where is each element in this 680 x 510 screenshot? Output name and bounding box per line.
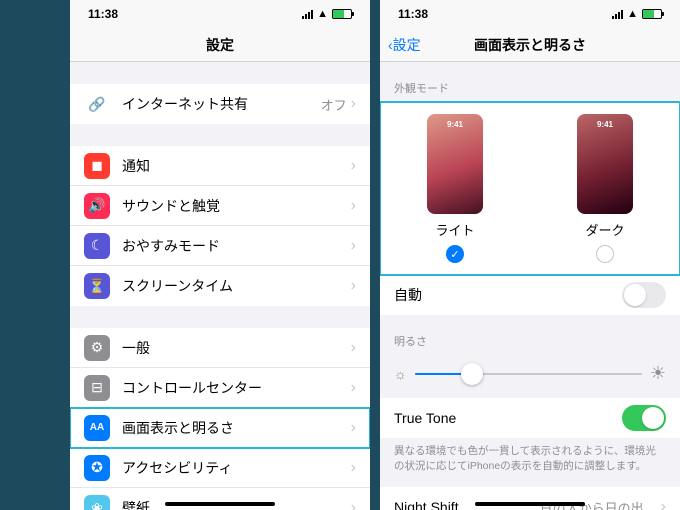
row-notifications[interactable]: ◼︎ 通知 ›	[70, 146, 370, 186]
group-nightshift: Night Shift 日の入から日の出… ›	[380, 487, 680, 510]
group-notifications: ◼︎ 通知 › 🔊 サウンドと触覚 › ☾ おやすみモード › ⏳ スクリーンタ…	[70, 146, 370, 306]
cellular-icon	[612, 10, 623, 19]
chevron-right-icon: ›	[351, 499, 356, 510]
battery-icon	[332, 9, 352, 19]
moon-icon: ☾	[84, 233, 110, 259]
accessibility-icon: ✪	[84, 455, 110, 481]
status-time: 11:38	[88, 7, 118, 21]
chevron-right-icon: ›	[351, 277, 356, 295]
appearance-light-option[interactable]: 9:41 ライト ✓	[427, 114, 483, 263]
status-indicators: ▲	[612, 8, 662, 20]
appearance-header: 外観モード	[380, 62, 680, 102]
sun-min-icon: ☼	[394, 366, 407, 382]
hourglass-icon: ⏳	[84, 273, 110, 299]
light-thumbnail: 9:41	[427, 114, 483, 214]
row-dnd[interactable]: ☾ おやすみモード ›	[70, 226, 370, 266]
radio-selected-icon: ✓	[446, 245, 464, 263]
settings-root-screen: 11:38 ▲ 設定 🔗 インターネット共有 オフ › ◼︎ 通知 › 🔊 サウ…	[70, 0, 370, 510]
flower-icon: ❀	[84, 495, 110, 510]
row-automatic: 自動	[380, 275, 680, 315]
display-brightness-screen: 11:38 ▲ ‹ 設定 画面表示と明るさ 外観モード 9:41 ライト ✓ 9…	[380, 0, 680, 510]
row-sounds[interactable]: 🔊 サウンドと触覚 ›	[70, 186, 370, 226]
appearance-dark-option[interactable]: 9:41 ダーク	[577, 114, 633, 263]
true-tone-description: 異なる環境でも色が一貫して表示されるように、環境光の状況に応じてiPhoneの表…	[380, 438, 680, 487]
chevron-right-icon: ›	[351, 197, 356, 215]
radio-unselected-icon	[596, 245, 614, 263]
row-display-brightness[interactable]: AA 画面表示と明るさ ›	[70, 408, 370, 448]
notifications-icon: ◼︎	[84, 153, 110, 179]
gear-icon: ⚙︎	[84, 335, 110, 361]
row-screentime[interactable]: ⏳ スクリーンタイム ›	[70, 266, 370, 306]
brightness-slider[interactable]	[415, 373, 642, 375]
status-indicators: ▲	[302, 8, 352, 20]
home-indicator[interactable]	[475, 502, 585, 506]
group-general: ⚙︎ 一般 › ⊟ コントロールセンター › AA 画面表示と明るさ › ✪ ア…	[70, 328, 370, 510]
nav-bar: 設定	[70, 28, 370, 62]
row-wallpaper[interactable]: ❀ 壁紙 ›	[70, 488, 370, 510]
nav-bar: ‹ 設定 画面表示と明るさ	[380, 28, 680, 62]
dark-thumbnail: 9:41	[577, 114, 633, 214]
wifi-icon: ▲	[627, 8, 638, 20]
row-true-tone: True Tone	[380, 398, 680, 438]
wifi-icon: ▲	[317, 8, 328, 20]
page-title: 画面表示と明るさ	[474, 35, 586, 55]
chevron-right-icon: ›	[351, 339, 356, 357]
status-time: 11:38	[398, 7, 428, 21]
row-control-center[interactable]: ⊟ コントロールセンター ›	[70, 368, 370, 408]
status-bar: 11:38 ▲	[70, 0, 370, 28]
group-hotspot: 🔗 インターネット共有 オフ ›	[70, 84, 370, 124]
battery-icon	[642, 9, 662, 19]
automatic-toggle[interactable]	[622, 282, 666, 308]
row-night-shift[interactable]: Night Shift 日の入から日の出… ›	[380, 487, 680, 510]
switches-icon: ⊟	[84, 375, 110, 401]
chevron-right-icon: ›	[351, 157, 356, 175]
chevron-right-icon: ›	[351, 419, 356, 437]
text-size-icon: AA	[84, 415, 110, 441]
appearance-mode-picker: 9:41 ライト ✓ 9:41 ダーク	[380, 102, 680, 275]
chevron-right-icon: ›	[661, 498, 666, 510]
cellular-icon	[302, 10, 313, 19]
row-accessibility[interactable]: ✪ アクセシビリティ ›	[70, 448, 370, 488]
brightness-row: ☼ ☀︎	[380, 355, 680, 398]
chevron-right-icon: ›	[351, 237, 356, 255]
home-indicator[interactable]	[165, 502, 275, 506]
row-personal-hotspot[interactable]: 🔗 インターネット共有 オフ ›	[70, 84, 370, 124]
page-title: 設定	[206, 35, 234, 55]
back-button[interactable]: ‹ 設定	[388, 35, 421, 55]
sounds-icon: 🔊	[84, 193, 110, 219]
sun-max-icon: ☀︎	[650, 363, 666, 384]
status-bar: 11:38 ▲	[380, 0, 680, 28]
group-truetone: True Tone	[380, 398, 680, 438]
brightness-header: 明るさ	[380, 315, 680, 355]
group-auto: 自動	[380, 275, 680, 315]
chevron-right-icon: ›	[351, 379, 356, 397]
chevron-right-icon: ›	[351, 459, 356, 477]
link-icon: 🔗	[84, 91, 110, 117]
true-tone-toggle[interactable]	[622, 405, 666, 431]
chevron-right-icon: ›	[351, 95, 356, 113]
row-general[interactable]: ⚙︎ 一般 ›	[70, 328, 370, 368]
